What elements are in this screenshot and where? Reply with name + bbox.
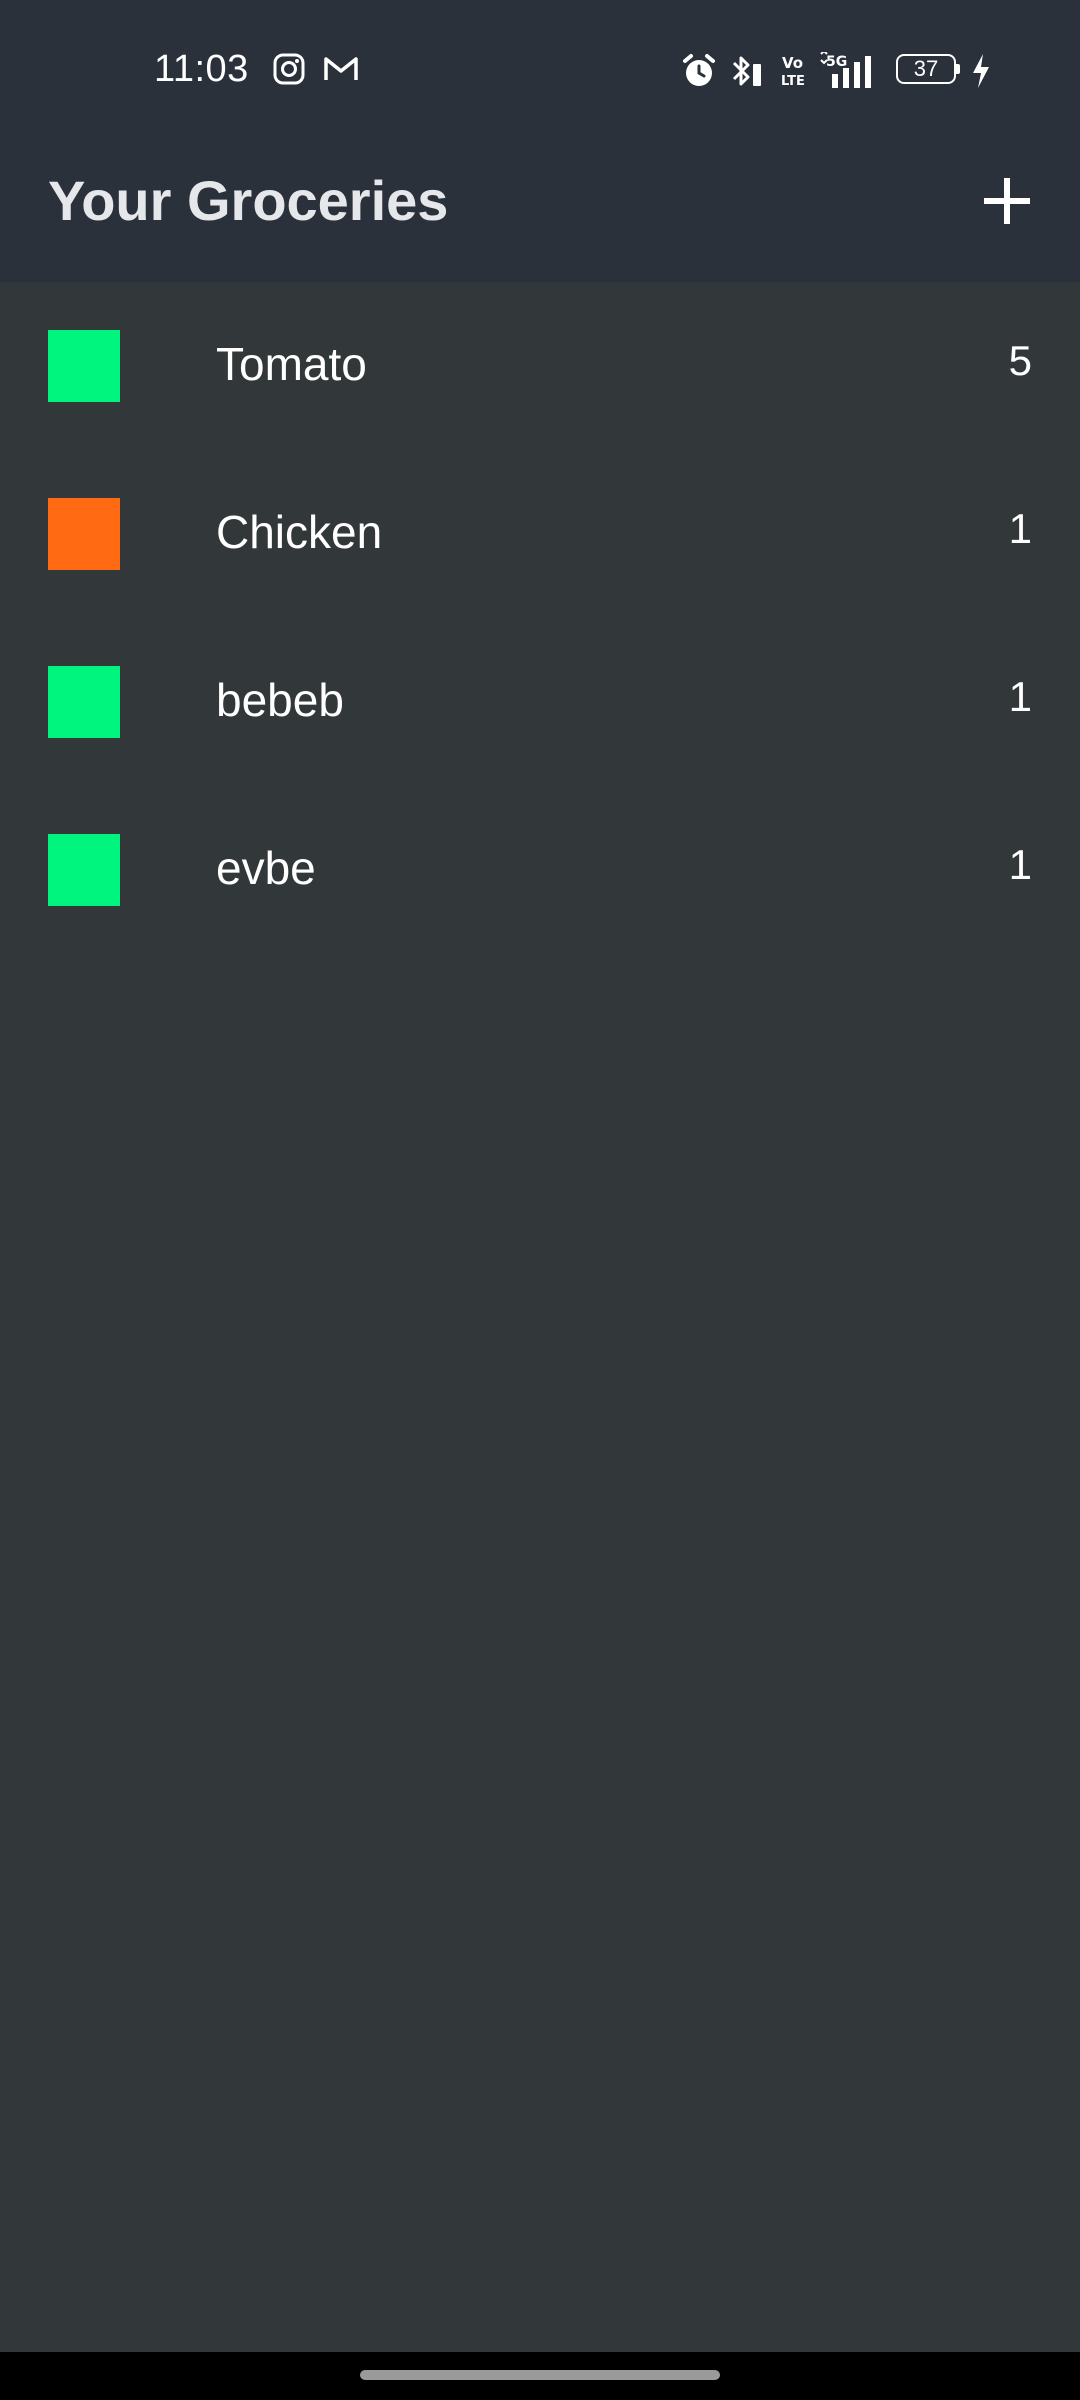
item-quantity: 5 [1008, 337, 1032, 384]
list-item[interactable]: Chicken 1 [0, 450, 1080, 618]
app-bar: Your Groceries [0, 140, 1080, 282]
home-indicator[interactable] [360, 2370, 720, 2380]
page-title: Your Groceries [48, 169, 449, 232]
color-swatch [48, 330, 120, 402]
alarm-icon [680, 52, 718, 88]
color-swatch [48, 834, 120, 906]
charging-icon [970, 52, 992, 88]
item-name: bebeb [216, 674, 344, 726]
battery-icon: 37 [896, 54, 960, 84]
volte-icon: Vo LTE [780, 52, 808, 89]
item-name: Tomato [216, 338, 367, 390]
svg-text:LTE: LTE [781, 74, 805, 89]
status-time: 11:03 [154, 48, 249, 90]
color-swatch [48, 498, 120, 570]
grocery-list: Tomato 5 Chicken 1 bebeb 1 evbe 1 [0, 282, 1080, 954]
list-item[interactable]: bebeb 1 [0, 618, 1080, 786]
navigation-bar [0, 2352, 1080, 2400]
list-item[interactable]: evbe 1 [0, 786, 1080, 954]
item-name: Chicken [216, 506, 383, 558]
bluetooth-icon [728, 52, 764, 88]
grocery-screen: 11:03 Vo LTE 5G 37 Your Groceries Tomato… [0, 0, 1080, 2400]
item-quantity: 1 [1008, 841, 1032, 888]
5g-signal-icon: 5G [818, 52, 882, 88]
svg-text:5G: 5G [826, 54, 847, 70]
svg-text:Vo: Vo [782, 54, 803, 72]
status-bar: 11:03 Vo LTE 5G 37 [0, 0, 1080, 140]
color-swatch [48, 666, 120, 738]
item-name: evbe [216, 842, 316, 894]
plus-icon [984, 178, 1030, 224]
gmail-icon [322, 52, 360, 88]
list-item[interactable]: Tomato 5 [0, 282, 1080, 450]
item-quantity: 1 [1008, 673, 1032, 720]
instagram-icon [272, 52, 306, 88]
item-quantity: 1 [1008, 505, 1032, 552]
add-grocery-button[interactable] [976, 170, 1038, 232]
